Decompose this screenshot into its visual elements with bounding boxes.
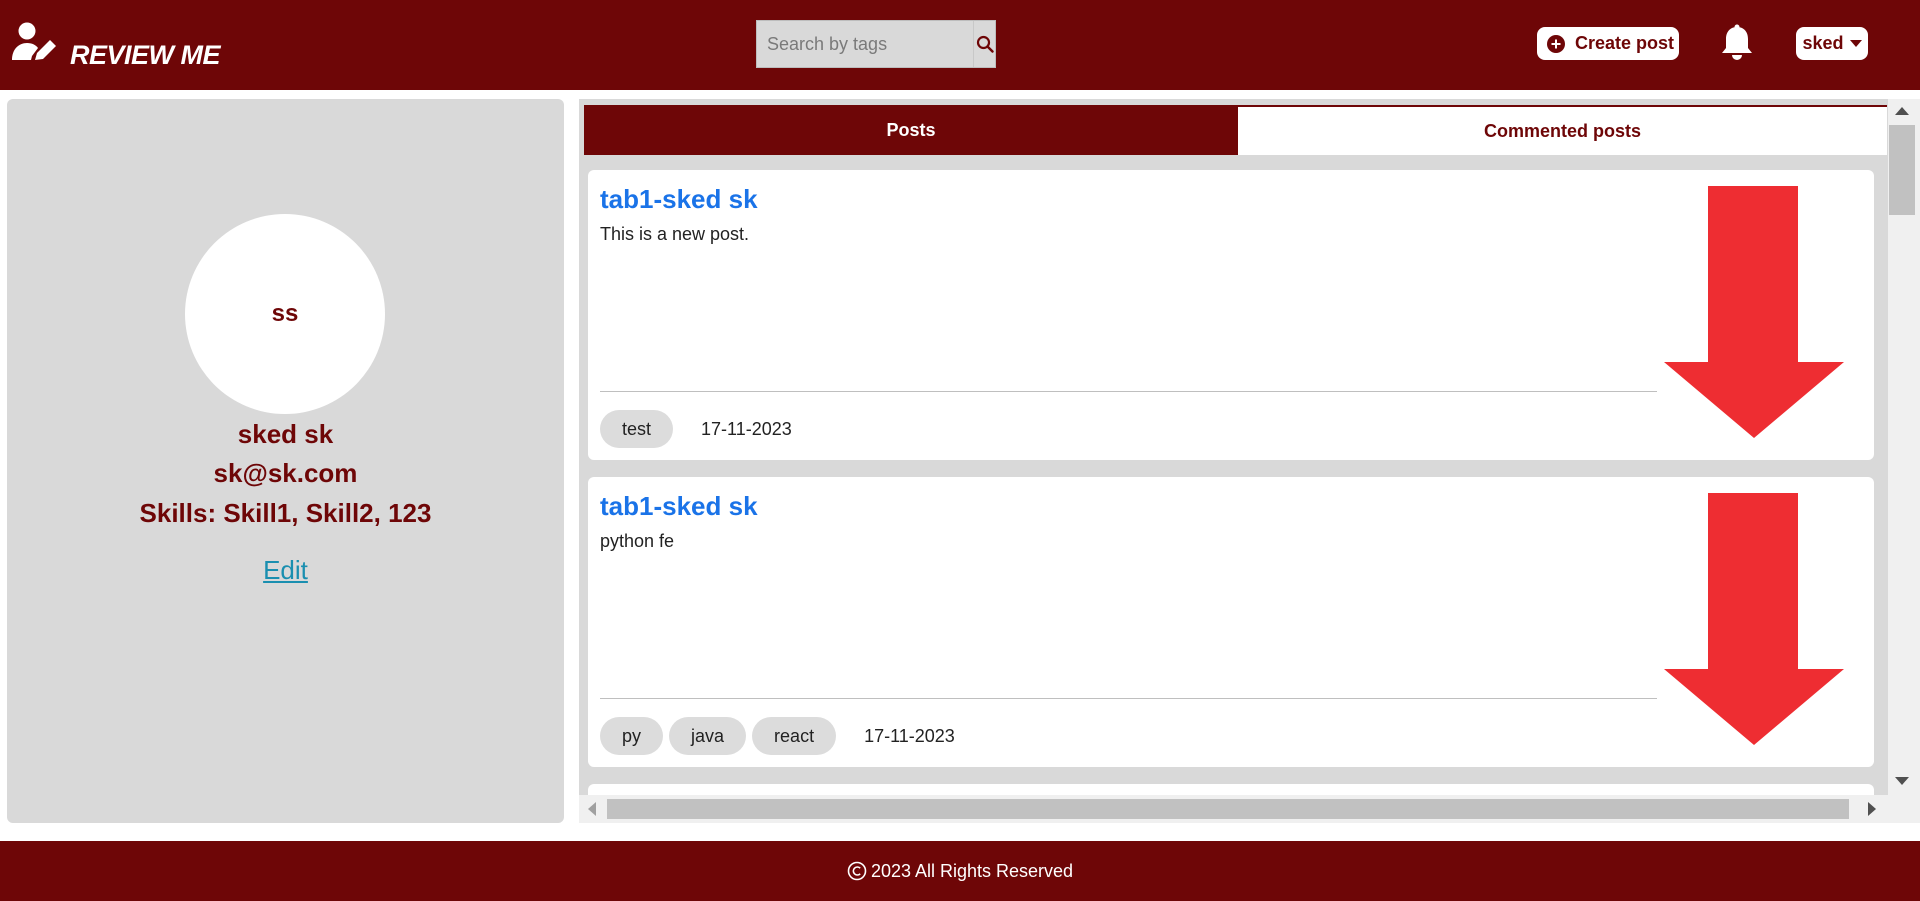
create-post-label: Create post bbox=[1575, 33, 1675, 53]
horizontal-scrollbar[interactable] bbox=[579, 795, 1888, 823]
top-navbar: REVIEW ME Create post sked bbox=[0, 0, 1920, 90]
post-card: tab1-sked sk python fe py java react 17-… bbox=[588, 477, 1874, 767]
scrollbar-thumb[interactable] bbox=[607, 799, 1849, 819]
notification-bell-icon[interactable] bbox=[1720, 24, 1754, 62]
plus-circle-icon bbox=[1547, 34, 1565, 53]
search-input[interactable] bbox=[757, 21, 973, 67]
post-card: tab1-sked sk This is a new post. test 17… bbox=[588, 170, 1874, 460]
tag-chip[interactable]: test bbox=[600, 410, 674, 448]
scroll-left-arrow-icon[interactable] bbox=[588, 802, 596, 816]
copyright-icon bbox=[847, 861, 867, 881]
footer-text: 2023 All Rights Reserved bbox=[870, 860, 1074, 881]
vertical-scrollbar[interactable] bbox=[1888, 99, 1920, 823]
edit-profile-link[interactable]: Edit bbox=[263, 555, 308, 585]
create-post-button[interactable]: Create post bbox=[1537, 27, 1679, 60]
posts-panel: Posts Commented posts tab1-sked sk This … bbox=[579, 99, 1888, 823]
down-arrow-icon[interactable] bbox=[1664, 186, 1844, 438]
post-date: 17-11-2023 bbox=[864, 725, 955, 746]
logo-text: REVIEW ME bbox=[70, 40, 221, 70]
tab-bar: Posts Commented posts bbox=[584, 105, 1887, 155]
avatar-initials: ss bbox=[271, 300, 299, 327]
post-title-link[interactable]: tab1-sked sk bbox=[600, 184, 758, 215]
user-edit-icon bbox=[12, 22, 56, 60]
divider bbox=[600, 391, 1657, 392]
scrollbar-thumb[interactable] bbox=[1889, 125, 1915, 215]
user-menu-label: sked bbox=[1802, 33, 1844, 53]
profile-name: sked sk bbox=[237, 419, 334, 449]
user-menu-dropdown[interactable]: sked bbox=[1796, 27, 1868, 60]
logo[interactable]: REVIEW ME bbox=[12, 22, 221, 70]
tag-chip[interactable]: react bbox=[752, 717, 837, 755]
post-footer: test 17-11-2023 bbox=[600, 410, 792, 448]
tab-commented-posts[interactable]: Commented posts bbox=[1238, 105, 1887, 155]
post-body: This is a new post. bbox=[600, 224, 750, 244]
divider bbox=[600, 698, 1657, 699]
search-bar bbox=[756, 20, 996, 68]
scroll-up-arrow-icon[interactable] bbox=[1895, 107, 1909, 115]
tab-posts[interactable]: Posts bbox=[584, 105, 1238, 155]
scroll-down-arrow-icon[interactable] bbox=[1895, 777, 1909, 785]
scroll-right-arrow-icon[interactable] bbox=[1868, 802, 1876, 816]
search-button[interactable] bbox=[973, 21, 995, 67]
search-icon bbox=[976, 35, 994, 53]
tag-chip[interactable]: py bbox=[600, 717, 664, 755]
post-footer: py java react 17-11-2023 bbox=[600, 717, 955, 755]
edit-profile-wrapper: Edit bbox=[7, 555, 564, 586]
profile-email: sk@sk.com bbox=[213, 458, 358, 488]
profile-skills: Skills: Skill1, Skill2, 123 bbox=[139, 498, 432, 528]
down-arrow-icon[interactable] bbox=[1664, 493, 1844, 745]
caret-down-icon bbox=[1849, 40, 1862, 47]
profile-card: ss sked sk sk@sk.com Skills: Skill1, Ski… bbox=[7, 99, 564, 823]
footer: 2023 All Rights Reserved bbox=[0, 841, 1920, 901]
tag-chip[interactable]: java bbox=[669, 717, 747, 755]
avatar: ss bbox=[185, 214, 385, 414]
post-date: 17-11-2023 bbox=[701, 418, 792, 439]
post-title-link[interactable]: tab1-sked sk bbox=[600, 491, 758, 522]
post-body: python fe bbox=[600, 531, 675, 551]
